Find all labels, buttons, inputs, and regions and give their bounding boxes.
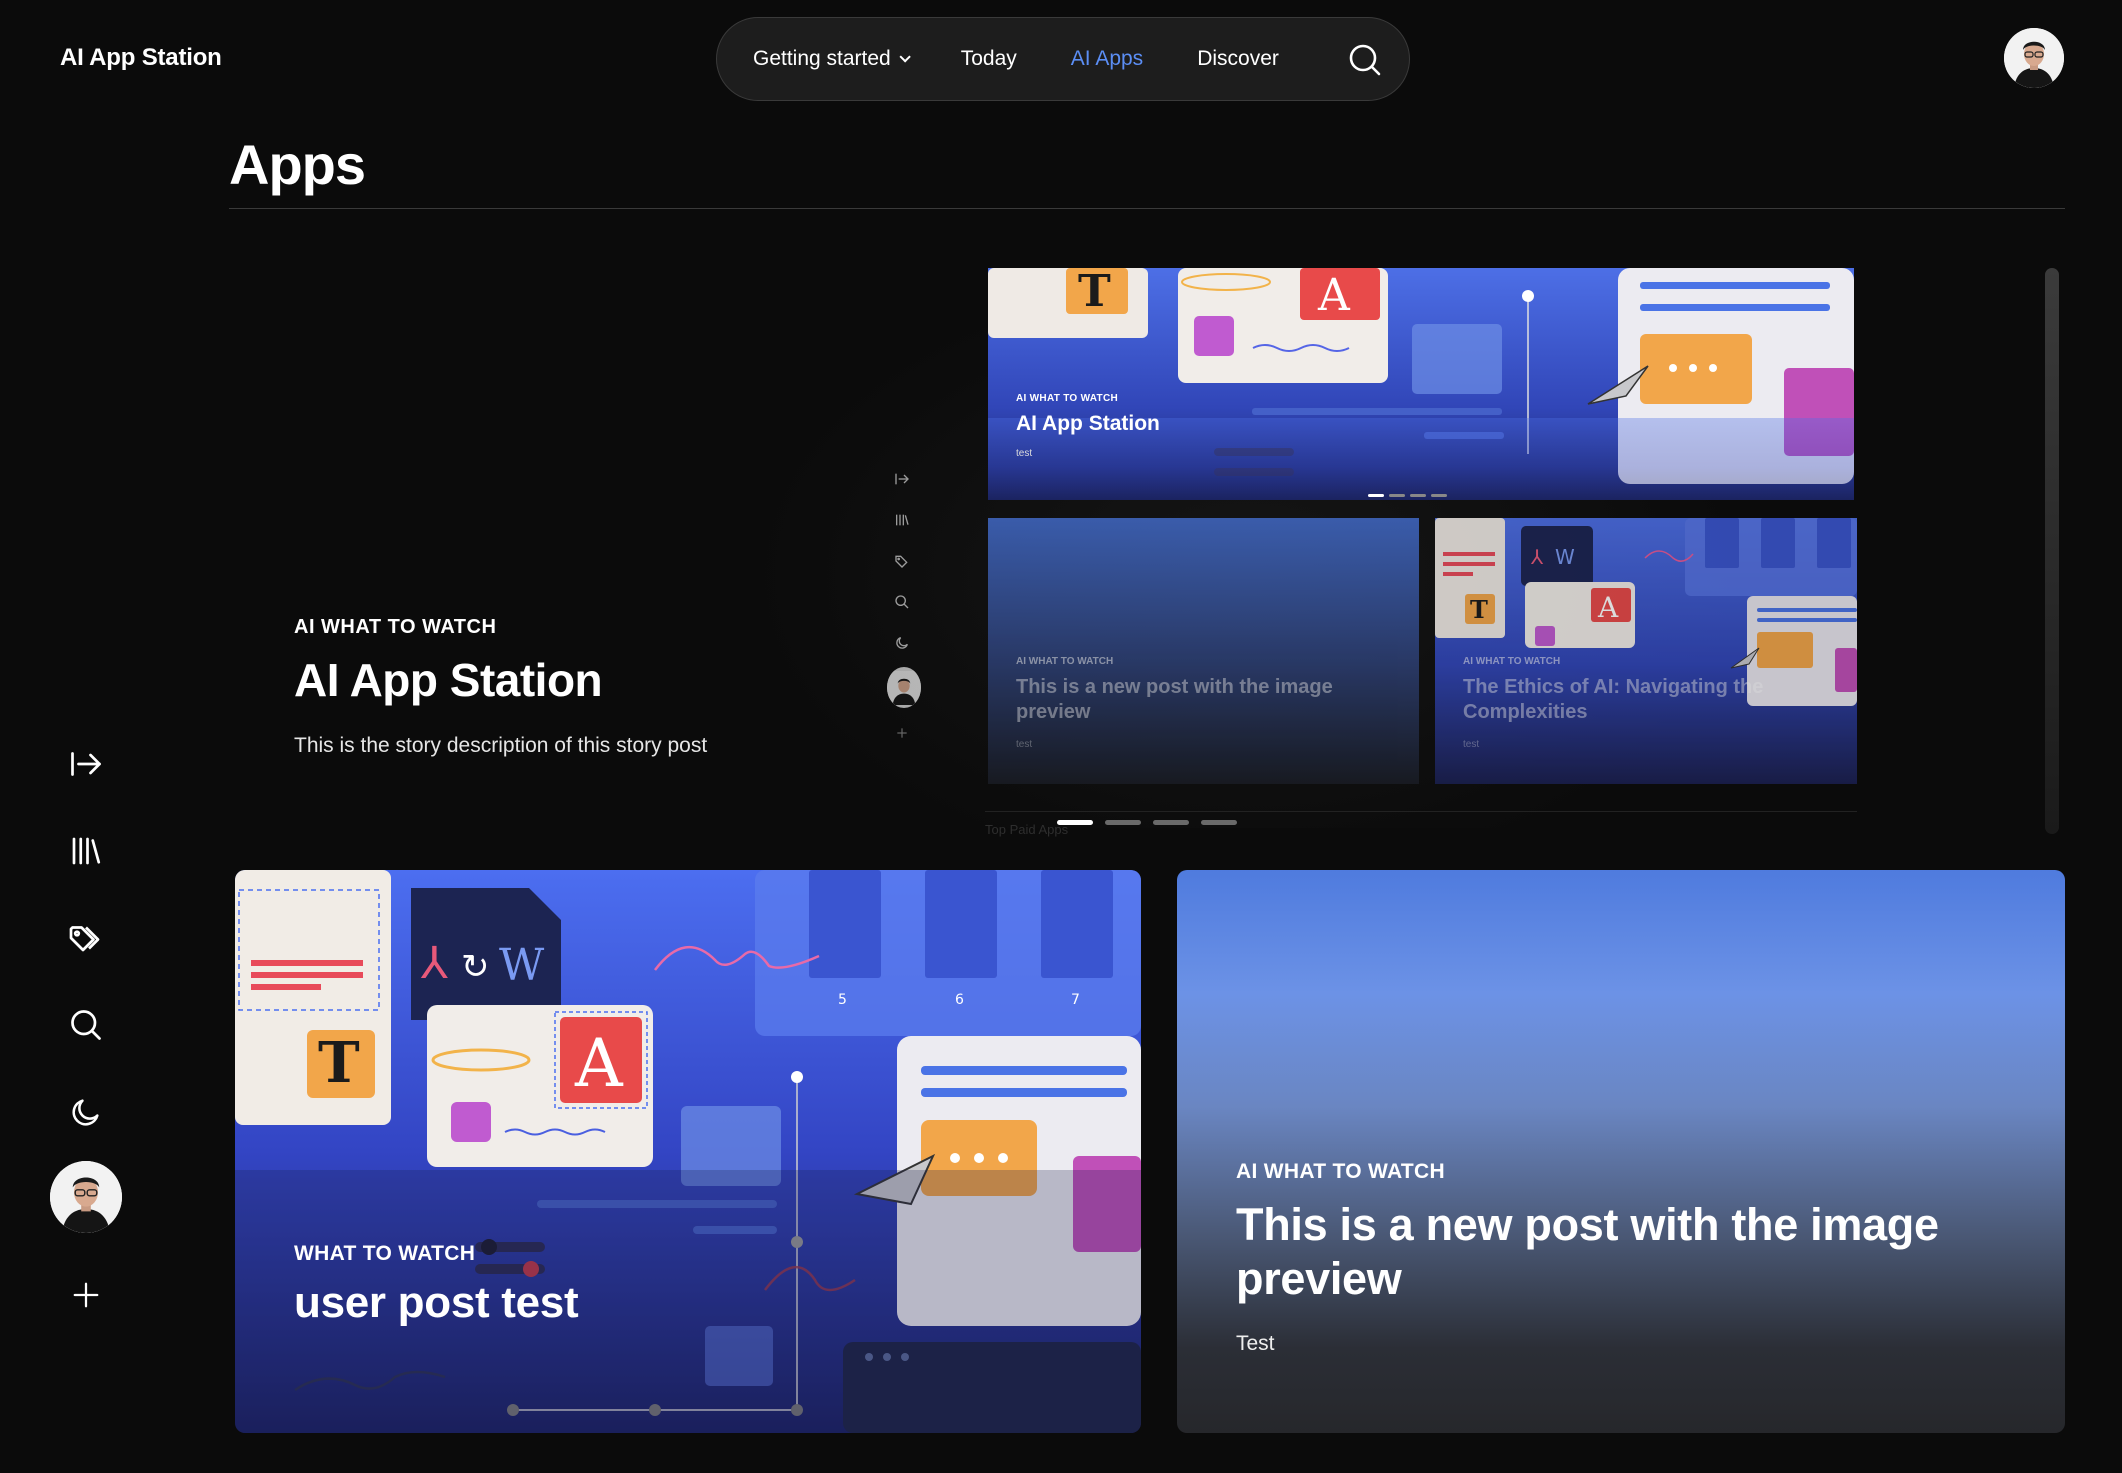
card-2-text: AI WHAT TO WATCH This is a new post with… bbox=[1236, 1160, 2036, 1356]
brand-title[interactable]: AI App Station bbox=[60, 44, 222, 72]
card-1-title[interactable]: user post test bbox=[294, 1278, 579, 1328]
sidebar-user-avatar[interactable] bbox=[50, 1161, 122, 1233]
card-2-kicker: AI WHAT TO WATCH bbox=[1236, 1160, 1445, 1183]
nav-ai-apps-label: AI Apps bbox=[1070, 47, 1144, 70]
tags-icon[interactable] bbox=[46, 894, 126, 981]
svg-text:T: T bbox=[318, 1030, 360, 1096]
search-icon bbox=[887, 581, 917, 622]
preview-card-1-desc: test bbox=[1016, 739, 1033, 750]
preview-divider bbox=[985, 811, 1857, 812]
illustration-documents: T A bbox=[988, 268, 1854, 500]
preview-card-1: AI WHAT TO WATCH This is a new post with… bbox=[988, 518, 1419, 784]
hero-description: This is the story description of this st… bbox=[294, 734, 708, 757]
title-divider bbox=[229, 208, 2065, 209]
preview-card-2: T ⅄ W A AI WHAT TO WATCH The Ethics of A… bbox=[1435, 518, 1857, 784]
hero-title[interactable]: AI App Station bbox=[294, 653, 603, 707]
nav-getting-started-label: Getting started bbox=[753, 47, 891, 70]
card-2-title[interactable]: This is a new post with the image previe… bbox=[1236, 1198, 2036, 1306]
preview-sidebar bbox=[887, 458, 921, 753]
nav-discover-label: Discover bbox=[1197, 47, 1279, 70]
carousel-dot-2[interactable] bbox=[1105, 820, 1141, 825]
search-icon[interactable] bbox=[46, 981, 126, 1068]
preview-featured-kicker: AI WHAT TO WATCH bbox=[1016, 393, 1119, 404]
tile-number-6: 6 bbox=[955, 992, 964, 1008]
plus-icon[interactable] bbox=[46, 1251, 126, 1338]
svg-text:W: W bbox=[1555, 545, 1575, 569]
card-2-description: Test bbox=[1236, 1332, 1275, 1355]
carousel-dot-1[interactable] bbox=[1057, 820, 1093, 825]
search-icon[interactable] bbox=[1345, 40, 1385, 80]
svg-text:A: A bbox=[1597, 591, 1619, 624]
plus-icon bbox=[887, 712, 917, 753]
preview-card-1-title: This is a new post with the image previe… bbox=[1016, 676, 1333, 723]
nav-today-label: Today bbox=[960, 47, 1017, 70]
tile-number-7: 7 bbox=[1071, 992, 1080, 1008]
collapse-sidebar-icon bbox=[887, 458, 917, 499]
preview-card-2-title: The Ethics of AI: Navigating the Complex… bbox=[1463, 676, 1764, 723]
preview-card-1-kicker: AI WHAT TO WATCH bbox=[1016, 656, 1114, 667]
svg-text:↻: ↻ bbox=[461, 947, 490, 987]
svg-text:⅄: ⅄ bbox=[420, 938, 448, 989]
nav-today[interactable]: Today bbox=[961, 47, 1017, 71]
tile-number-5: 5 bbox=[838, 992, 847, 1008]
chevron-down-icon bbox=[899, 51, 911, 63]
post-card-image-preview[interactable]: AI WHAT TO WATCH This is a new post with… bbox=[1177, 870, 2065, 1433]
preview-featured-card: T A AI WHAT TO WATCH AI App Station test bbox=[988, 268, 1854, 500]
svg-text:W: W bbox=[499, 940, 545, 991]
hero-carousel-dots bbox=[1057, 820, 1237, 825]
tags-icon bbox=[887, 540, 917, 581]
app-preview-screenshot: T A AI WHAT TO WATCH AI App Station test… bbox=[747, 268, 1857, 838]
carousel-dot-4[interactable] bbox=[1201, 820, 1237, 825]
preview-avatar bbox=[887, 667, 921, 708]
preview-carousel-dots bbox=[1368, 494, 1447, 497]
dark-mode-moon-icon[interactable] bbox=[46, 1068, 126, 1155]
svg-text:T: T bbox=[1470, 595, 1488, 624]
card-1-kicker: WHAT TO WATCH bbox=[294, 1242, 476, 1265]
preview-featured-title: AI App Station bbox=[1016, 412, 1160, 435]
svg-text:A: A bbox=[1317, 270, 1351, 321]
carousel-dot-3[interactable] bbox=[1153, 820, 1189, 825]
card-1-text: WHAT TO WATCH user post test bbox=[294, 1242, 579, 1328]
preview-featured-text: AI WHAT TO WATCH AI App Station test bbox=[1016, 393, 1160, 459]
hero-scrollbar[interactable] bbox=[2045, 268, 2059, 834]
preview-card-2-desc: test bbox=[1463, 739, 1480, 750]
user-avatar[interactable] bbox=[2004, 28, 2064, 88]
nav-getting-started[interactable]: Getting started bbox=[753, 47, 911, 71]
preview-card-2-kicker: AI WHAT TO WATCH bbox=[1463, 656, 1561, 667]
page-title: Apps bbox=[229, 133, 366, 196]
top-navigation: Getting started Today AI Apps Discover bbox=[716, 17, 1410, 101]
svg-text:⅄: ⅄ bbox=[1530, 545, 1544, 569]
nav-discover[interactable]: Discover bbox=[1197, 47, 1279, 71]
library-icon bbox=[887, 499, 917, 540]
illustration-documents-large: T ⅄ ↻ W A 5 6 7 bbox=[235, 870, 1141, 1433]
hero-carousel[interactable]: T A AI WHAT TO WATCH AI App Station test… bbox=[229, 268, 2065, 838]
collapse-sidebar-icon[interactable] bbox=[46, 720, 126, 807]
post-card-user-post-test[interactable]: T ⅄ ↻ W A 5 6 7 WHAT TO WATCH user post … bbox=[235, 870, 1141, 1433]
library-icon[interactable] bbox=[46, 807, 126, 894]
svg-text:T: T bbox=[1078, 268, 1111, 317]
svg-text:A: A bbox=[574, 1025, 624, 1102]
nav-ai-apps[interactable]: AI Apps bbox=[1071, 47, 1143, 71]
moon-icon bbox=[887, 622, 917, 663]
hero-kicker: AI WHAT TO WATCH bbox=[294, 616, 497, 638]
preview-featured-desc: test bbox=[1016, 448, 1033, 459]
left-sidebar bbox=[46, 720, 126, 1338]
preview-section-label: Top Paid Apps bbox=[985, 822, 1069, 837]
